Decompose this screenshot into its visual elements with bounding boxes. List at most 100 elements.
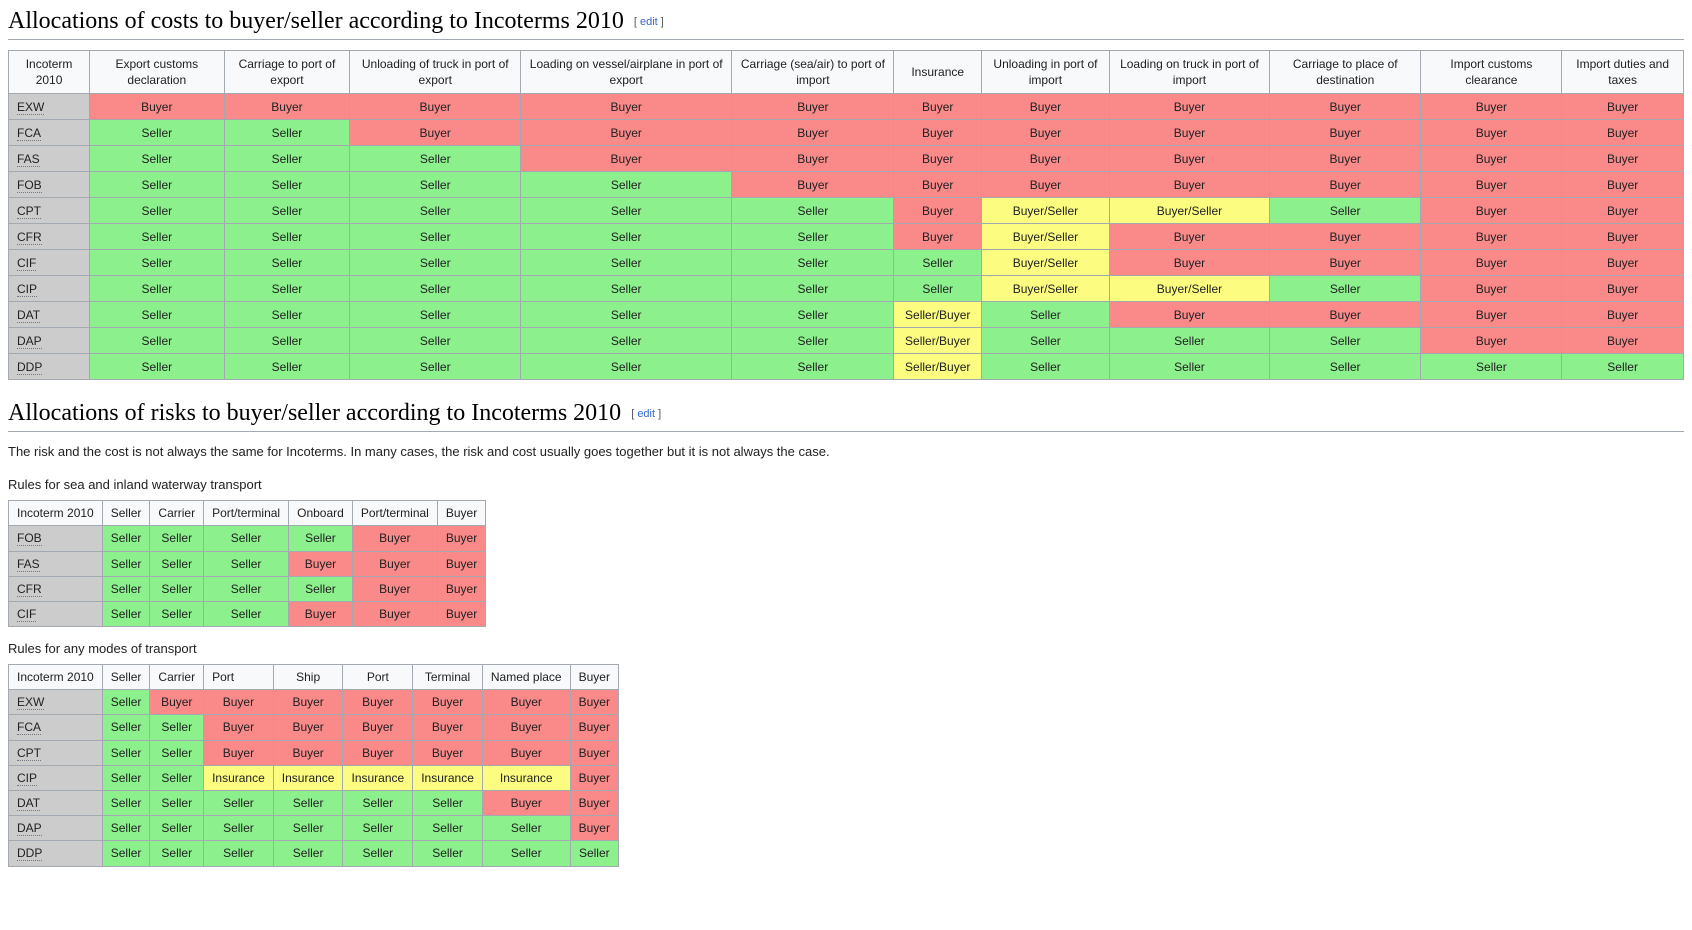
cell-fob-2: Seller [203,525,290,552]
cell-fas-5: Buyer [893,145,982,173]
row-header-incoterm: EXW [8,689,103,716]
cell-dat-2: Seller [203,790,274,817]
incoterm-abbr-dat[interactable]: DAT [17,796,41,812]
incoterm-abbr-cip[interactable]: CIP [17,770,38,786]
incoterm-abbr-fob[interactable]: FOB [17,531,42,547]
cell-cif-5: Seller [893,249,982,277]
incoterm-abbr-cfr[interactable]: CFR [17,229,42,245]
edit-anchor[interactable]: edit [640,16,658,28]
row-header-incoterm: DAP [8,815,103,842]
cell-fca-4: Buyer [731,119,895,147]
incoterm-abbr-fca[interactable]: FCA [17,720,41,736]
column-header-1: Seller [101,664,151,691]
cell-exw-7: Buyer [569,689,619,716]
incoterm-abbr-fob[interactable]: FOB [17,177,42,193]
cell-fas-0: Seller [101,550,151,577]
cell-fca-9: Buyer [1420,119,1563,147]
cell-exw-2: Buyer [203,689,274,716]
cell-ddp-0: Seller [101,840,151,867]
cell-cip-0: Seller [89,275,225,303]
cell-dap-5: Seller [412,815,483,842]
incoterm-abbr-cfr[interactable]: CFR [17,581,42,597]
cell-fca-0: Seller [101,714,151,741]
column-header-2: Carrier [149,500,205,527]
cell-cif-2: Seller [349,249,522,277]
cell-cif-3: Buyer [288,600,353,628]
cell-dap-2: Seller [349,327,522,355]
cell-cfr-4: Buyer [351,575,438,602]
cell-dap-1: Seller [223,327,351,355]
table-row: FAS Seller Seller Seller Buyer Buyer Buyer [8,550,487,577]
incoterm-abbr-fas[interactable]: FAS [17,151,40,167]
table-row: CPT Seller Seller Seller Seller Seller Buyer Bu… [7,197,1684,225]
cell-fob-1: Seller [149,525,205,552]
incoterm-abbr-ddp[interactable]: DDP [17,846,43,862]
incoterm-abbr-cif[interactable]: CIF [17,255,37,271]
cell-dat-0: Seller [101,790,151,817]
column-header-5: Carriage (sea/air) to port of import [731,49,895,95]
cell-cfr-5: Buyer [893,223,982,251]
cell-ddp-7: Seller [1108,353,1270,381]
incoterm-abbr-dap[interactable]: DAP [17,821,42,837]
cell-ddp-7: Seller [569,840,619,867]
cell-dat-6: Buyer [481,790,571,817]
cell-ddp-10: Seller [1561,353,1684,381]
incoterm-abbr-exw[interactable]: EXW [17,695,45,711]
cell-ddp-2: Seller [349,353,522,381]
cell-cif-5: Buyer [436,600,487,628]
cell-cfr-9: Buyer [1420,223,1563,251]
row-header-incoterm: FOB [7,171,91,199]
cell-cip-0: Seller [101,764,151,792]
incoterm-abbr-fas[interactable]: FAS [17,556,40,572]
cell-cip-6: Insurance [481,764,571,792]
column-header-1: Seller [101,500,151,527]
cell-cip-7: Buyer/Seller [1108,275,1270,303]
cell-dap-3: Seller [520,327,733,355]
incoterm-abbr-cpt[interactable]: CPT [17,203,41,219]
incoterm-abbr-cip[interactable]: CIP [17,281,38,297]
cell-exw-3: Buyer [272,689,344,716]
table-row: CIF Seller Seller Seller Seller Seller Seller B… [7,249,1684,277]
table-row: DAP Seller Seller Seller Seller Seller Seller/… [7,327,1684,355]
cell-dap-10: Buyer [1561,327,1684,355]
edit-anchor[interactable]: edit [637,408,655,420]
cell-dat-10: Buyer [1561,301,1684,329]
risks-heading-text: Allocations of risks to buyer/seller acc… [8,400,622,427]
incoterm-abbr-dat[interactable]: DAT [17,307,41,323]
incoterm-abbr-ddp[interactable]: DDP [17,359,43,375]
cell-dat-0: Seller [89,301,225,329]
cell-dat-9: Buyer [1420,301,1563,329]
risks-edit-link[interactable]: [ edit ] [631,408,661,420]
cell-cpt-7: Buyer [569,739,619,766]
sea-transport-risk-table: Incoterm 2010 Seller Carrier Port/terminal O… [8,500,487,628]
incoterm-abbr-dap[interactable]: DAP [17,333,42,349]
cell-dap-0: Seller [89,327,225,355]
cell-cip-5: Insurance [412,764,483,792]
sea-header-row: Incoterm 2010 Seller Carrier Port/terminal O… [8,500,487,527]
cell-fas-10: Buyer [1561,145,1684,173]
incoterm-abbr-fca[interactable]: FCA [17,125,41,141]
cell-dat-3: Seller [520,301,733,329]
cell-fas-5: Buyer [436,550,487,577]
cell-cip-5: Seller [893,275,982,303]
table-row: FOB Seller Seller Seller Seller Buyer Buyer [8,525,487,552]
incoterm-abbr-cpt[interactable]: CPT [17,745,41,761]
incoterm-abbr-cif[interactable]: CIF [17,606,37,622]
costs-edit-link[interactable]: [ edit ] [634,16,664,28]
cell-cif-6: Buyer/Seller [980,249,1110,277]
incoterm-abbr-exw[interactable]: EXW [17,99,45,115]
cell-cpt-0: Seller [101,739,151,766]
cell-cpt-2: Buyer [203,739,274,766]
cell-ddp-8: Seller [1268,353,1422,381]
cell-fca-2: Buyer [203,714,274,741]
column-header-6: Buyer [436,500,487,527]
cell-dat-7: Buyer [1108,301,1270,329]
cell-exw-8: Buyer [1268,93,1422,121]
cell-cif-2: Seller [203,600,290,628]
row-header-incoterm: FAS [7,145,91,173]
cell-exw-6: Buyer [980,93,1110,121]
cell-exw-7: Buyer [1108,93,1270,121]
cell-fob-3: Seller [520,171,733,199]
row-header-incoterm: DAT [8,790,103,817]
column-header-2: Carrier [149,664,205,691]
